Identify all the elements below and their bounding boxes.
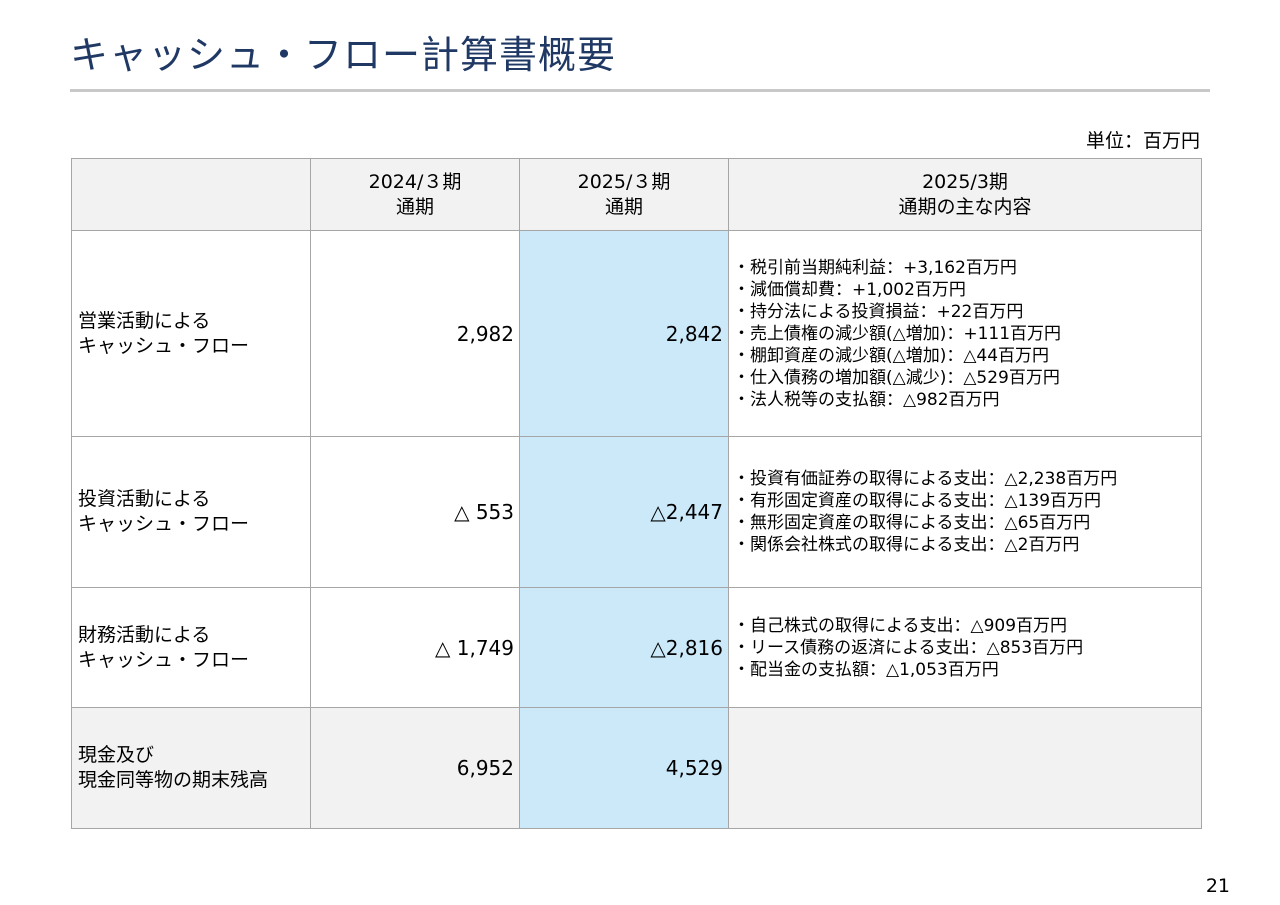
header-notes: 2025/3期 通期の主な内容 (728, 158, 1202, 231)
row-label-line1: 投資活動による (78, 488, 211, 510)
curr-value: 2,842 (519, 230, 729, 437)
cash-flow-table: 2024/３期 通期 2025/３期 通期 2025/3期 通期の主な内容 営業… (71, 158, 1202, 829)
prev-value: 6,952 (310, 707, 520, 829)
curr-value: 4,529 (519, 707, 729, 829)
note-item: ・持分法による投資損益：+22百万円 (733, 301, 1024, 322)
note-item: ・投資有価証券の取得による支出：△2,238百万円 (733, 469, 1118, 489)
header-prev-period: 2024/３期 通期 (310, 158, 520, 231)
notes-cell: ・税引前当期純利益：+3,162百万円 ・減価償却費：+1,002百万円 ・持分… (728, 230, 1202, 437)
table-row-ending-balance: 現金及び 現金同等物の期末残高 6,952 4,529 (71, 707, 1202, 829)
row-label: 現金及び 現金同等物の期末残高 (71, 707, 311, 829)
row-label-line2: キャッシュ・フロー (78, 513, 250, 535)
notes-cell: ・自己株式の取得による支出：△909百万円 ・リース債務の返済による支出：△85… (728, 587, 1202, 708)
header-curr-line2: 通期 (604, 195, 643, 218)
header-prev-line2: 通期 (395, 195, 434, 218)
title-divider (70, 89, 1210, 92)
row-label-line2: キャッシュ・フロー (78, 334, 250, 357)
header-prev-line1: 2024/３期 (368, 170, 462, 193)
row-label-line1: 現金及び (78, 744, 155, 766)
prev-value: 2,982 (310, 230, 520, 437)
row-label-line2: キャッシュ・フロー (78, 648, 250, 671)
header-blank (71, 158, 311, 231)
note-item: ・配当金の支払額：△1,053百万円 (733, 659, 999, 680)
row-label-line1: 営業活動による (78, 309, 211, 332)
note-item: ・棚卸資産の減少額(△増加)：△44百万円 (733, 345, 1050, 366)
header-notes-line2: 通期の主な内容 (898, 195, 1032, 218)
header-notes-line1: 2025/3期 (922, 170, 1008, 193)
unit-label: 単位：百万円 (1085, 130, 1200, 152)
notes-cell: ・投資有価証券の取得による支出：△2,238百万円 ・有形固定資産の取得による支… (728, 436, 1202, 588)
header-curr-line1: 2025/３期 (577, 170, 671, 193)
curr-value: △2,816 (519, 587, 729, 708)
row-label-line1: 財務活動による (78, 623, 211, 646)
note-item: ・自己株式の取得による支出：△909百万円 (733, 615, 1068, 636)
note-item: ・売上債権の減少額(△増加)：+111百万円 (733, 323, 1062, 344)
row-label: 営業活動による キャッシュ・フロー (71, 230, 311, 437)
prev-value: △ 553 (310, 436, 520, 588)
note-item: ・仕入債務の増加額(△減少)：△529百万円 (733, 367, 1060, 388)
table-header-row: 2024/３期 通期 2025/３期 通期 2025/3期 通期の主な内容 (71, 158, 1202, 231)
table-row-investing: 投資活動による キャッシュ・フロー △ 553 △2,447 ・投資有価証券の取… (71, 436, 1202, 588)
note-item: ・減価償却費：+1,002百万円 (733, 279, 966, 300)
note-item: ・関係会社株式の取得による支出：△2百万円 (733, 535, 1080, 555)
table-row-operating: 営業活動による キャッシュ・フロー 2,982 2,842 ・税引前当期純利益：… (71, 230, 1202, 437)
row-label: 投資活動による キャッシュ・フロー (71, 436, 311, 588)
table-row-financing: 財務活動による キャッシュ・フロー △ 1,749 △2,816 ・自己株式の取… (71, 587, 1202, 708)
note-item: ・リース債務の返済による支出：△853百万円 (733, 637, 1084, 658)
header-curr-period: 2025/３期 通期 (519, 158, 729, 231)
row-label-line2: 現金同等物の期末残高 (78, 769, 269, 791)
note-item: ・有形固定資産の取得による支出：△139百万円 (733, 491, 1102, 511)
note-item: ・無形固定資産の取得による支出：△65百万円 (733, 513, 1091, 533)
notes-cell-empty (728, 707, 1202, 829)
note-item: ・税引前当期純利益：+3,162百万円 (733, 257, 1017, 278)
prev-value: △ 1,749 (310, 587, 520, 708)
note-item: ・法人税等の支払額：△982百万円 (733, 389, 1000, 410)
row-label: 財務活動による キャッシュ・フロー (71, 587, 311, 708)
page-title: キャッシュ・フロー計算書概要 (70, 33, 617, 77)
curr-value: △2,447 (519, 436, 729, 588)
page-number: 21 (1205, 875, 1230, 897)
